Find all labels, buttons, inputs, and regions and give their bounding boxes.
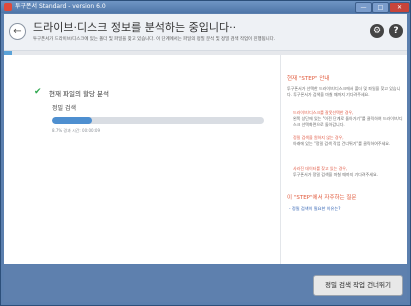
scan-progress-fill bbox=[52, 117, 93, 124]
main-content: ✔ 현재 파일의 할당 분석 정밀 검색 8.7% 경과 시간: 00:00:0… bbox=[4, 51, 407, 264]
settings-icon[interactable]: ⚙ bbox=[370, 24, 384, 38]
minimize-button[interactable]: — bbox=[355, 2, 372, 13]
scan-progress-bar bbox=[52, 117, 264, 124]
check-icon: ✔ bbox=[34, 87, 42, 97]
back-arrow-icon[interactable]: ← bbox=[9, 23, 26, 40]
app-window: 투구폰서 Standard - version 6.0 — □ ✕ ← 드라이브… bbox=[0, 0, 411, 306]
faq-link[interactable]: - 정밀 검색이 필요한 이유는? bbox=[289, 206, 340, 212]
app-icon bbox=[4, 3, 12, 11]
page-subtitle: 투구폰서가 드라이브/디스크에 있는 폴더 및 파일을 찾고 있습니다. 이 단… bbox=[33, 37, 276, 42]
guide-item1-text: 왼쪽 상단에 있는 "이전 단계로 돌아가기"를 클릭하여 드라이브/디스크 선… bbox=[293, 116, 403, 127]
step-title: 현재 파일의 할당 분석 bbox=[49, 90, 110, 98]
guide-item2-title: 정밀 검색을 원하지 않는 경우, bbox=[293, 135, 344, 140]
guide-heading: 현재 "STEP" 안내 bbox=[287, 76, 330, 82]
help-icon[interactable]: ? bbox=[389, 24, 403, 38]
page-header: ← 드라이브·디스크 정보를 분석하는 중입니다·· 투구폰서가 드라이브/디스… bbox=[4, 14, 407, 51]
skip-scan-button[interactable]: 정밀 검색 작업 건너뛰기 bbox=[313, 275, 403, 296]
scan-status: 8.7% 경과 시간: 00:00:09 bbox=[52, 128, 101, 133]
maximize-button[interactable]: □ bbox=[372, 2, 389, 13]
guide-item1-title: 드라이브/디스크를 잘못선택한 경우, bbox=[293, 110, 354, 115]
window-title: 투구폰서 Standard - version 6.0 bbox=[15, 3, 106, 10]
faq-heading: 이 "STEP"에서 자주하는 질문 bbox=[287, 195, 357, 201]
step-subtitle: 정밀 검색 bbox=[52, 105, 76, 112]
step-guide-panel: 현재 "STEP" 안내 투구폰서가 선택한 드라이브/디스크에서 폴더 및 파… bbox=[285, 55, 405, 264]
guide-item3-text: 투구폰서가 정밀 검색을 마칠 때까지 기다려주세요. bbox=[293, 172, 378, 177]
footer-bar: 정밀 검색 작업 건너뛰기 bbox=[4, 265, 407, 302]
guide-item2-text: 아래에 있는 "정밀 검색 작업 건너뛰기"를 클릭하여주세요. bbox=[293, 141, 391, 146]
guide-item3-title: 사라진 데이터를 찾고 있는 경우, bbox=[293, 166, 348, 171]
scan-panel: ✔ 현재 파일의 할당 분석 정밀 검색 8.7% 경과 시간: 00:00:0… bbox=[4, 55, 280, 264]
page-title: 드라이브·디스크 정보를 분석하는 중입니다·· bbox=[33, 21, 237, 34]
close-button[interactable]: ✕ bbox=[389, 2, 410, 13]
panel-divider bbox=[280, 55, 281, 264]
guide-intro: 투구폰서가 선택한 드라이브/디스크에서 폴더 및 파일을 찾고 있습니다. 투… bbox=[287, 86, 401, 97]
title-bar: 투구폰서 Standard - version 6.0 — □ ✕ bbox=[1, 1, 410, 13]
